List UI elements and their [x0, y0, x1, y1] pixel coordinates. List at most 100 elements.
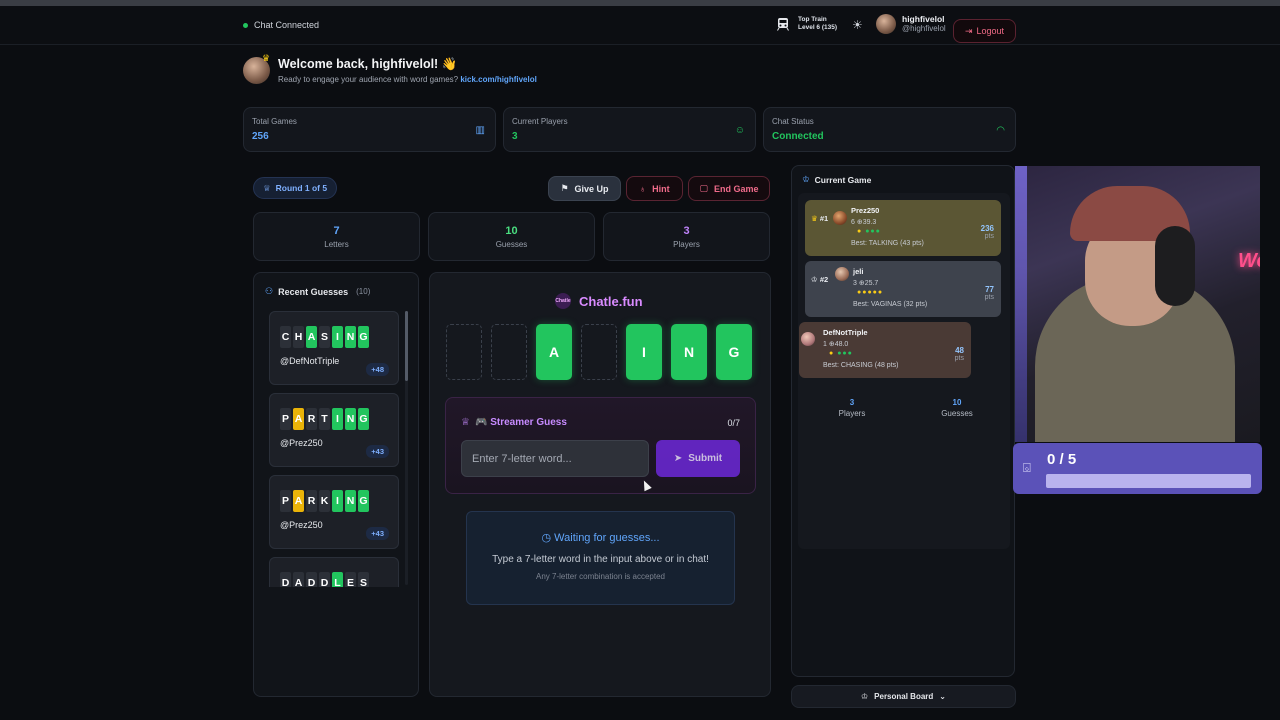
theme-toggle-sun-icon[interactable]: ☀ [852, 18, 863, 32]
board-letter-slot: G [716, 324, 752, 380]
guess-tiles: PARTING [280, 408, 388, 430]
board-letter-slot [581, 324, 617, 380]
end-game-button[interactable]: ▢ End Game [688, 176, 770, 201]
guesses-count-value: 10 [505, 225, 518, 237]
recent-guesses-scrollbar[interactable] [405, 311, 408, 585]
submit-button[interactable]: ➤ Submit [656, 440, 740, 477]
letter-tile: P [280, 408, 291, 430]
letter-tile: D [306, 572, 317, 587]
players-count-value: 3 [683, 225, 690, 237]
streamer-guess-box: ♕ 🎮 Streamer Guess 0/7 ➤ Submit [445, 397, 756, 494]
brand: Chatle Chatle.fun [555, 293, 643, 309]
leaderboard-entry-1[interactable]: ♛ #1 Prez250 6 ⊕39.3 ● ●●● Best: TALKING… [805, 200, 1001, 256]
headphones [1155, 226, 1195, 306]
player-meta: 1 ⊕48.0 [823, 341, 849, 348]
clock-icon: ◷ [541, 532, 552, 544]
train-icon [777, 18, 789, 31]
leaderboard-entry-2[interactable]: ♔ #2 jeli 3 ⊕25.7 ●●●●● Best: VAGINAS (3… [805, 261, 1001, 317]
personal-board-button[interactable]: ♔ Personal Board ⌄ [791, 685, 1016, 708]
give-up-button[interactable]: ⚑ Give Up [548, 176, 621, 201]
avatar [801, 332, 815, 346]
players-count-label: Players [673, 240, 700, 249]
top-train-title: Top Train [798, 16, 827, 23]
player-points: 77 pts [985, 285, 994, 301]
stat-value: Connected [772, 131, 824, 142]
player-best: Best: CHASING (48 pts) [823, 362, 899, 369]
personal-board-label: Personal Board [874, 692, 934, 701]
hint-label: Hint [652, 183, 670, 194]
letter-tile: N [345, 408, 356, 430]
letter-tile: A [293, 572, 304, 587]
scrollbar-thumb[interactable] [405, 311, 408, 381]
player-points: 48 pts [955, 346, 964, 362]
letter-tile: E [345, 572, 356, 587]
player-meta: 6 ⊕39.3 [851, 219, 877, 226]
player-name: jeli [853, 267, 864, 276]
send-icon: ➤ [673, 453, 683, 464]
top-train-badge[interactable]: Top Train Level 6 (135) [776, 16, 837, 32]
footer-guesses-value: 10 [952, 398, 962, 407]
crown-icon: ♕ [461, 417, 470, 428]
current-game-panel: ♔ Current Game ♛ #1 Prez250 6 ⊕39.3 ● ●●… [791, 165, 1015, 677]
guess-points-badge: +43 [366, 527, 389, 540]
guess-tiles: DADDLES [280, 572, 388, 587]
streamer-guess-label: 🎮 Streamer Guess [474, 417, 567, 428]
avatar [833, 211, 847, 225]
recent-guesses-count: (10) [356, 287, 371, 296]
guess-tiles: PARKING [280, 490, 388, 512]
hint-button[interactable]: ♁ Hint [626, 176, 683, 201]
top-train-level: Level 6 (135) [798, 24, 838, 31]
brand-name: Chatle.fun [579, 293, 643, 309]
guesses-count-label: Guesses [495, 240, 528, 249]
recent-guesses-panel: ⚇ Recent Guesses (10) C H A S I N G @DefNotTrip… [253, 272, 419, 697]
rank-number: #1 [819, 214, 829, 223]
welcome-section: ♛ Welcome back, highfivelol! 👋 Ready to … [243, 53, 537, 84]
player-meta: 3 ⊕25.7 [853, 280, 879, 287]
list-item[interactable]: P A R T I N G @Prez250 +43 [269, 393, 399, 467]
footer-guesses-label: Guesses [941, 409, 973, 418]
users-icon: ⚇ [265, 286, 274, 296]
list-item[interactable]: C H A S I N G @DefNotTriple +48 [269, 311, 399, 385]
player-points-unit: pts [954, 355, 964, 362]
status-dot-icon [243, 22, 248, 28]
channel-link[interactable]: kick.com/highfivelol [460, 75, 536, 84]
user-handle: @highfivelol [902, 24, 946, 33]
chevron-down-icon: ⌄ [939, 692, 946, 701]
streamer-guess-counter: 0/7 [727, 418, 740, 428]
list-item[interactable]: DADDLES [269, 557, 399, 587]
lightbulb-icon: ♁ [639, 183, 647, 194]
wifi-icon: ◠ [996, 125, 1005, 136]
stat-current-players: Current Players 3 ☺ [503, 107, 756, 152]
letter-tile: S [358, 572, 369, 587]
end-game-label: End Game [714, 183, 759, 194]
gift-goal-progress-bar [1046, 474, 1251, 488]
waiting-text: Type a 7-letter word in the input above … [492, 554, 709, 565]
letters-count-card: 7 Letters [253, 212, 420, 261]
leaderboard-entry-3[interactable]: DefNotTriple 1 ⊕48.0 ● ●●● Best: CHASING… [799, 322, 971, 378]
trophy-icon: ♔ [860, 692, 869, 701]
letters-count-label: Letters [324, 240, 349, 249]
player-points-value: 77 [985, 285, 994, 294]
footer-players: 3 Players [822, 398, 882, 418]
player-best: Best: TALKING (43 pts) [851, 240, 924, 247]
word-board: AING [446, 324, 752, 380]
streamer-guess-input[interactable] [461, 440, 649, 477]
board-letter-slot: A [536, 324, 572, 380]
chatle-logo-icon: Chatle [555, 293, 571, 309]
trophy-icon: ♔ [811, 275, 818, 284]
current-game-header: ♔ Current Game [802, 174, 871, 185]
letter-tile: I [332, 326, 343, 348]
footer-players-value: 3 [849, 398, 855, 407]
user-menu[interactable]: highfivelol @highfivelol [876, 14, 946, 34]
letter-tile: A [306, 326, 317, 348]
list-item[interactable]: P A R K I N G @Prez250 +43 [269, 475, 399, 549]
gift-icon: ⌺ [1023, 460, 1031, 475]
stat-chat-status: Chat Status Connected ◠ [763, 107, 1016, 152]
footer-players-label: Players [838, 409, 866, 418]
letter-tile: D [280, 572, 291, 587]
logout-button[interactable]: ⇥ Logout [953, 19, 1016, 43]
letter-tile: I [332, 490, 343, 512]
recent-guesses-list[interactable]: C H A S I N G @DefNotTriple +48 P A R T I N G @Prez250 +4… [269, 311, 406, 587]
user-name: highfivelol [902, 14, 945, 24]
player-name: DefNotTriple [823, 328, 868, 337]
